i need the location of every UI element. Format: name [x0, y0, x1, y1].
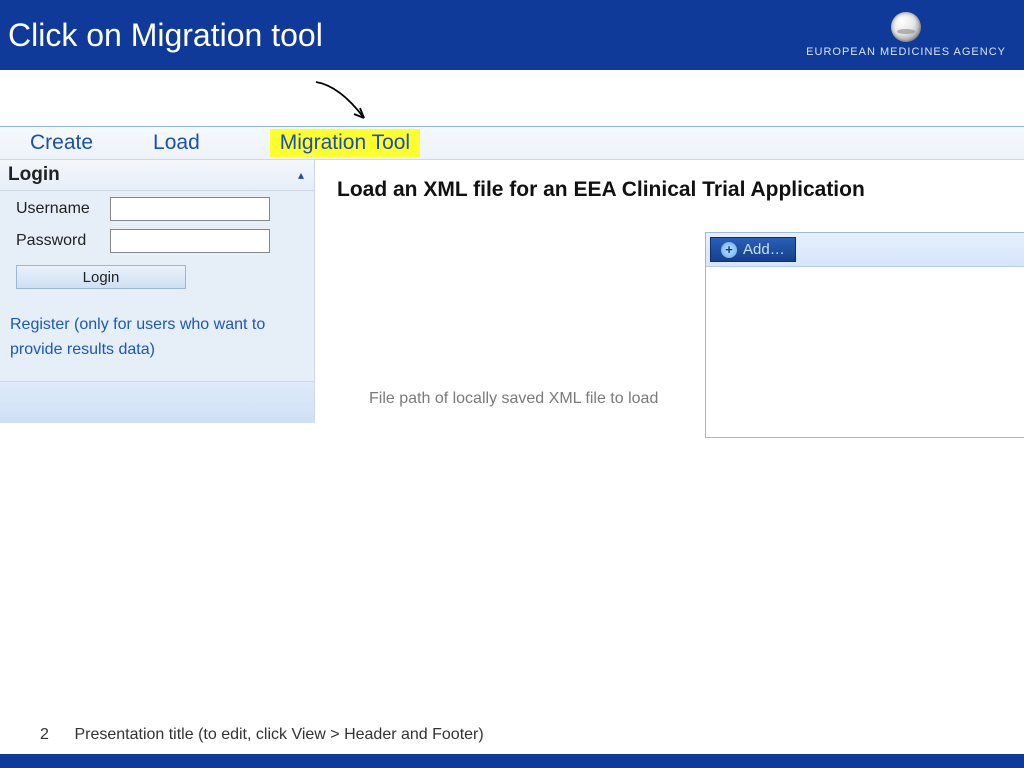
- main-panel: Load an XML file for an EEA Clinical Tri…: [315, 160, 1024, 212]
- page-number: 2: [40, 726, 70, 744]
- password-input[interactable]: [110, 229, 270, 253]
- menu-create[interactable]: Create: [0, 131, 123, 155]
- file-list-area: [706, 267, 1024, 437]
- slide-header: Click on Migration tool EUROPEAN MEDICIN…: [0, 0, 1024, 70]
- username-label: Username: [16, 200, 100, 218]
- username-input[interactable]: [110, 197, 270, 221]
- main-heading: Load an XML file for an EEA Clinical Tri…: [337, 178, 1014, 202]
- agency-name: EUROPEAN MEDICINES AGENCY: [806, 46, 1006, 58]
- login-panel-title: Login: [8, 164, 60, 186]
- footer-title: Presentation title (to edit, click View …: [74, 726, 483, 743]
- annotation-arrow-icon: [310, 78, 380, 128]
- footer-text: 2 Presentation title (to edit, click Vie…: [0, 726, 1024, 754]
- login-button[interactable]: Login: [16, 265, 186, 289]
- add-file-button[interactable]: + Add…: [710, 237, 796, 262]
- menu-migration-tool[interactable]: Migration Tool: [270, 129, 420, 157]
- app-window: Create Load Migration Tool Login ▴ Usern…: [0, 126, 1024, 423]
- slide-title: Click on Migration tool: [8, 17, 323, 54]
- add-file-label: Add…: [743, 241, 785, 258]
- login-button-wrap: Login: [0, 255, 314, 295]
- file-path-label: File path of locally saved XML file to l…: [369, 390, 658, 408]
- content-row: Login ▴ Username Password Login Register…: [0, 160, 1024, 423]
- username-row: Username: [0, 191, 314, 223]
- agency-brand: EUROPEAN MEDICINES AGENCY: [806, 12, 1006, 58]
- login-panel-header[interactable]: Login ▴: [0, 160, 314, 191]
- plus-icon: +: [721, 242, 737, 258]
- register-link[interactable]: Register (only for users who want to pro…: [0, 295, 314, 381]
- collapse-caret-icon: ▴: [298, 168, 304, 182]
- login-panel: Login ▴ Username Password Login Register…: [0, 160, 315, 423]
- footer-accent-bar: [0, 754, 1024, 768]
- menubar: Create Load Migration Tool: [0, 126, 1024, 160]
- password-row: Password: [0, 223, 314, 255]
- slide-footer: 2 Presentation title (to edit, click Vie…: [0, 726, 1024, 768]
- password-label: Password: [16, 232, 100, 250]
- file-box-toolbar: + Add…: [706, 233, 1024, 267]
- file-upload-box: + Add…: [705, 232, 1024, 438]
- sidebar-footer-bar: [0, 381, 314, 423]
- menu-load[interactable]: Load: [123, 131, 230, 155]
- agency-logo-icon: [891, 12, 921, 42]
